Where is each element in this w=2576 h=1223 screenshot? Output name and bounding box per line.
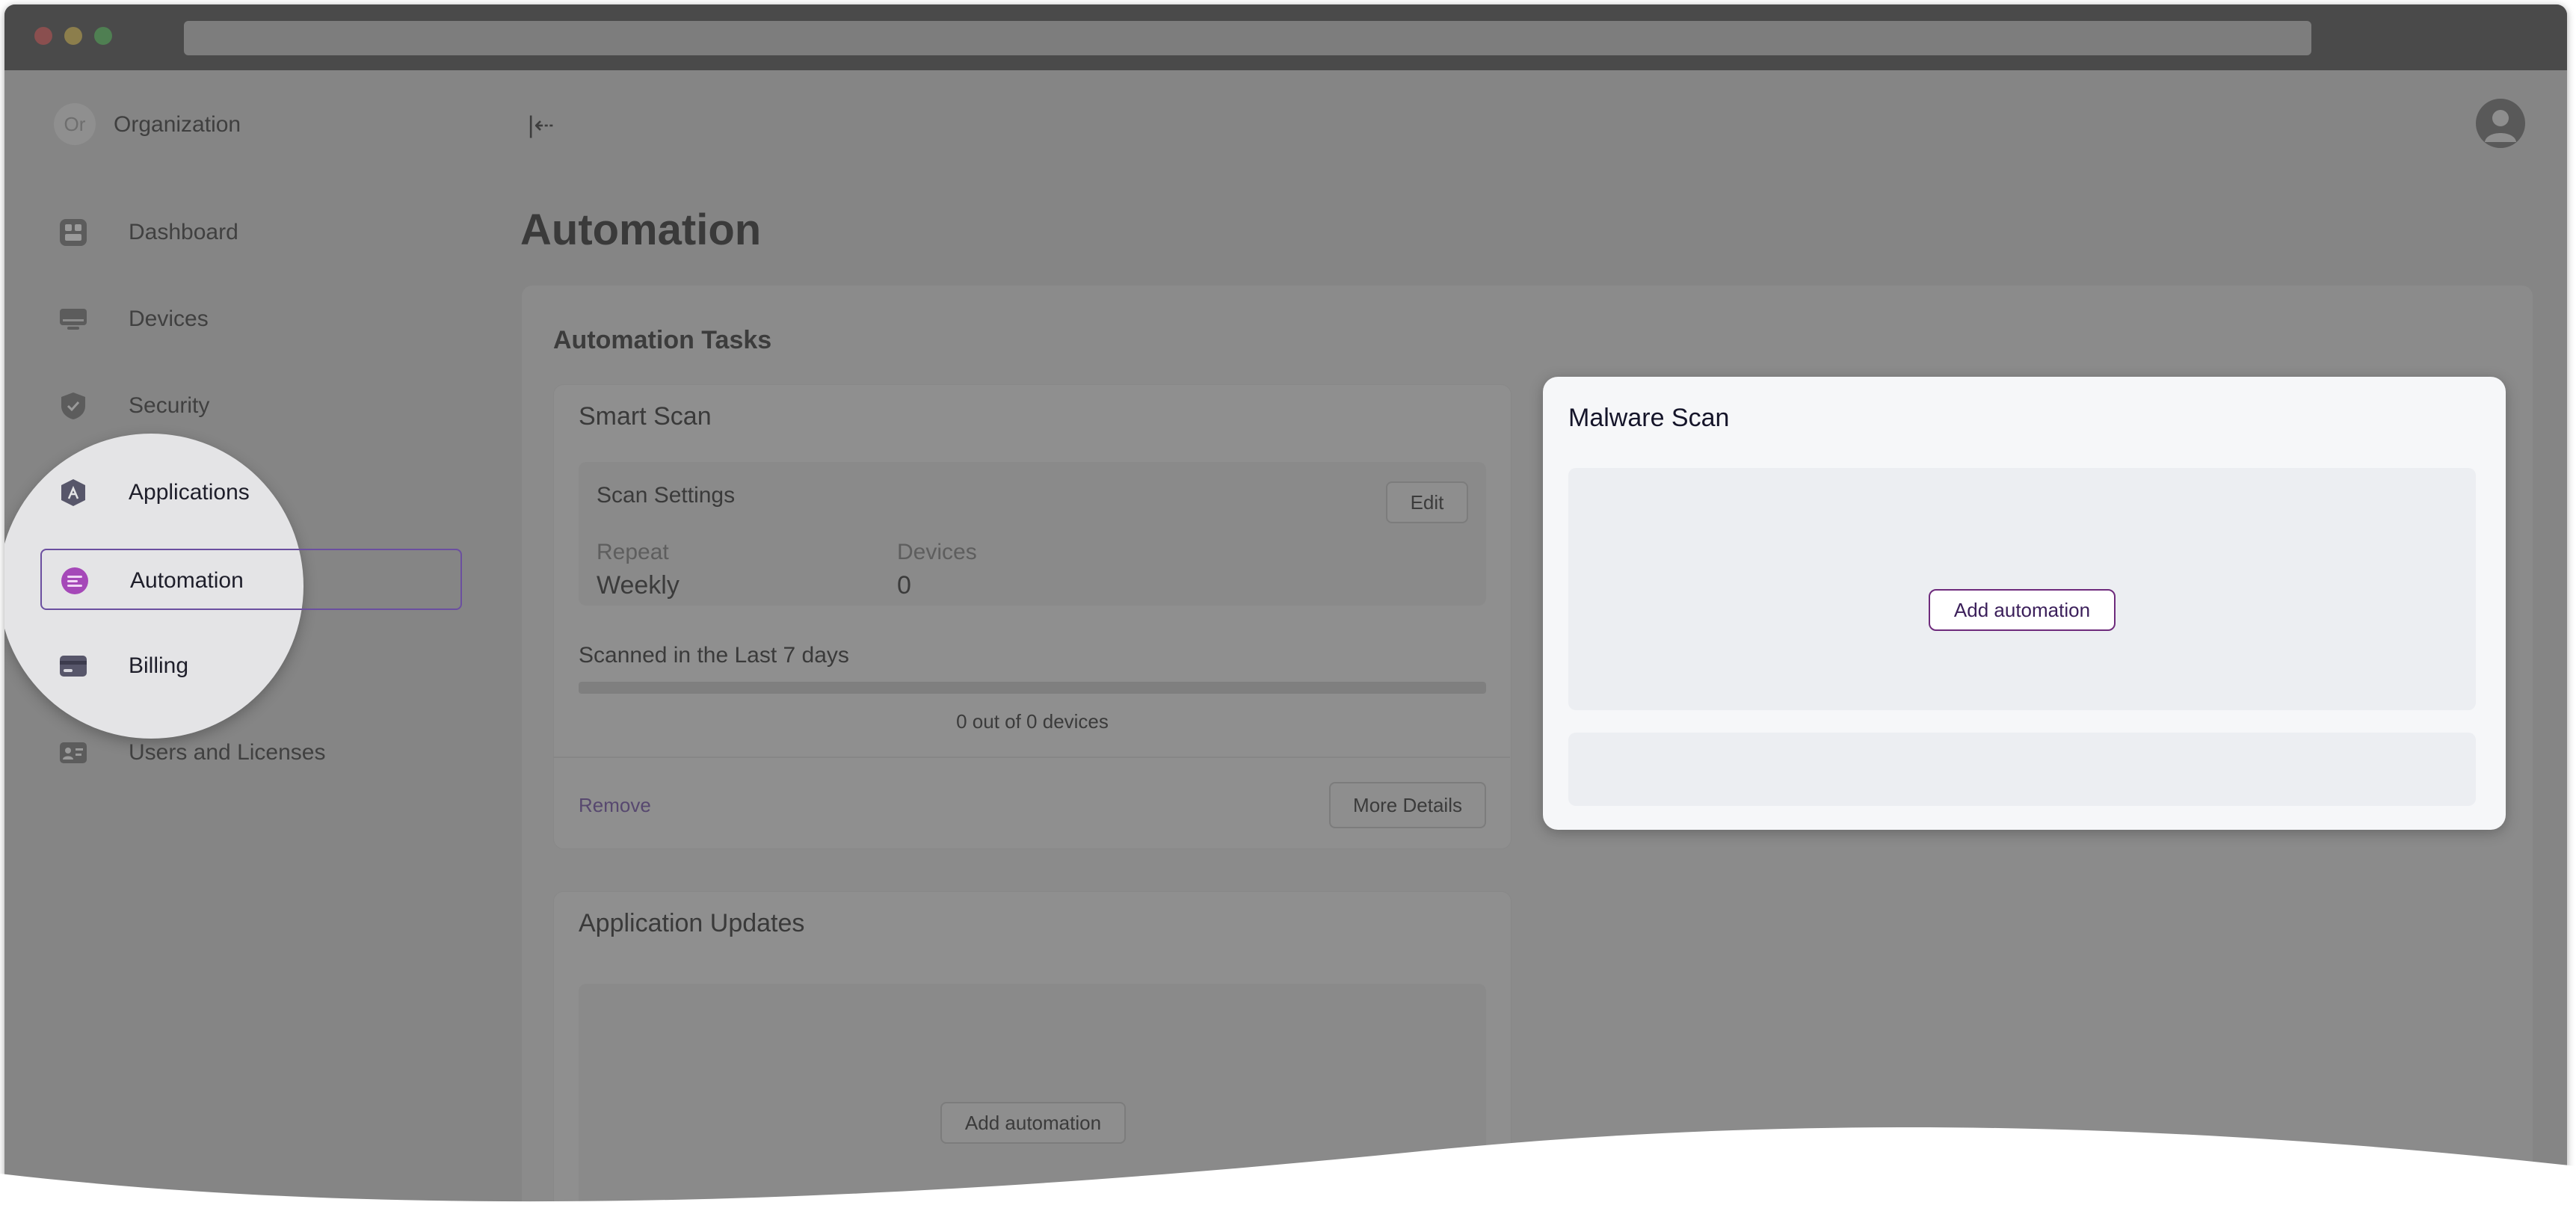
more-details-button[interactable]: More Details	[1329, 782, 1486, 828]
smart-scan-title: Smart Scan	[579, 402, 712, 431]
scan-progress-bar	[579, 682, 1486, 694]
scanned-label: Scanned in the Last 7 days	[579, 643, 849, 668]
devices-icon	[60, 309, 87, 330]
section-title: Automation Tasks	[553, 326, 772, 354]
browser-window: Or Organization Dashboard Devices Securi…	[4, 4, 2567, 1219]
scan-settings-title: Scan Settings	[597, 483, 736, 508]
malware-scan-title: Malware Scan	[1568, 404, 1730, 432]
sidebar-item-automation[interactable]: Automation	[40, 549, 462, 610]
sidebar-item-devices[interactable]: Devices	[40, 289, 462, 350]
devices-label: Devices	[897, 540, 977, 564]
application-updates-title: Application Updates	[579, 909, 805, 937]
sidebar-item-label: Dashboard	[129, 220, 238, 244]
sidebar-item-label: Devices	[129, 306, 209, 331]
malware-scan-footer	[1568, 733, 2476, 806]
sidebar-item-billing[interactable]: Billing	[40, 635, 462, 697]
sidebar-item-label: Users and Licenses	[129, 740, 326, 765]
shield-icon	[61, 392, 85, 419]
smart-scan-card	[553, 384, 1512, 849]
repeat-value: Weekly	[597, 571, 680, 600]
sidebar-item-applications[interactable]: Applications	[40, 462, 462, 523]
add-automation-button[interactable]: Add automation	[1929, 589, 2116, 631]
sidebar-item-dashboard[interactable]: Dashboard	[40, 202, 462, 263]
remove-link[interactable]: Remove	[579, 794, 651, 817]
page-title: Automation	[520, 206, 762, 254]
card-divider	[553, 757, 1510, 758]
address-bar[interactable]	[184, 21, 2311, 55]
organization-name[interactable]: Organization	[114, 112, 241, 138]
dashboard-icon	[60, 219, 87, 246]
repeat-label: Repeat	[597, 540, 669, 564]
sidebar-item-label: Billing	[129, 653, 189, 678]
applications-icon	[61, 479, 85, 506]
devices-value: 0	[897, 571, 911, 600]
malware-scan-card: Malware Scan Add automation	[1543, 377, 2506, 830]
sidebar-item-label: Automation	[130, 568, 244, 593]
sidebar-item-security[interactable]: Security	[40, 375, 462, 437]
sidebar-item-label: Security	[129, 393, 210, 418]
minimize-window-button[interactable]	[64, 27, 82, 45]
user-avatar-icon[interactable]	[2476, 99, 2525, 148]
malware-scan-empty-state: Add automation	[1568, 468, 2476, 710]
edit-button[interactable]: Edit	[1386, 481, 1468, 523]
users-icon	[60, 742, 87, 763]
billing-icon	[60, 656, 87, 677]
sidebar-item-label: Applications	[129, 480, 250, 505]
sidebar-item-users-and-licenses[interactable]: Users and Licenses	[40, 722, 462, 783]
torn-edge-decoration	[0, 1127, 2576, 1223]
collapse-sidebar-icon[interactable]: |⇠	[528, 111, 554, 139]
close-window-button[interactable]	[34, 27, 52, 45]
automation-icon	[61, 567, 88, 594]
scanned-count: 0 out of 0 devices	[956, 710, 1109, 733]
browser-titlebar	[4, 4, 2567, 70]
app-content: Or Organization Dashboard Devices Securi…	[4, 70, 2567, 1219]
maximize-window-button[interactable]	[94, 27, 112, 45]
organization-avatar[interactable]: Or	[54, 103, 96, 145]
